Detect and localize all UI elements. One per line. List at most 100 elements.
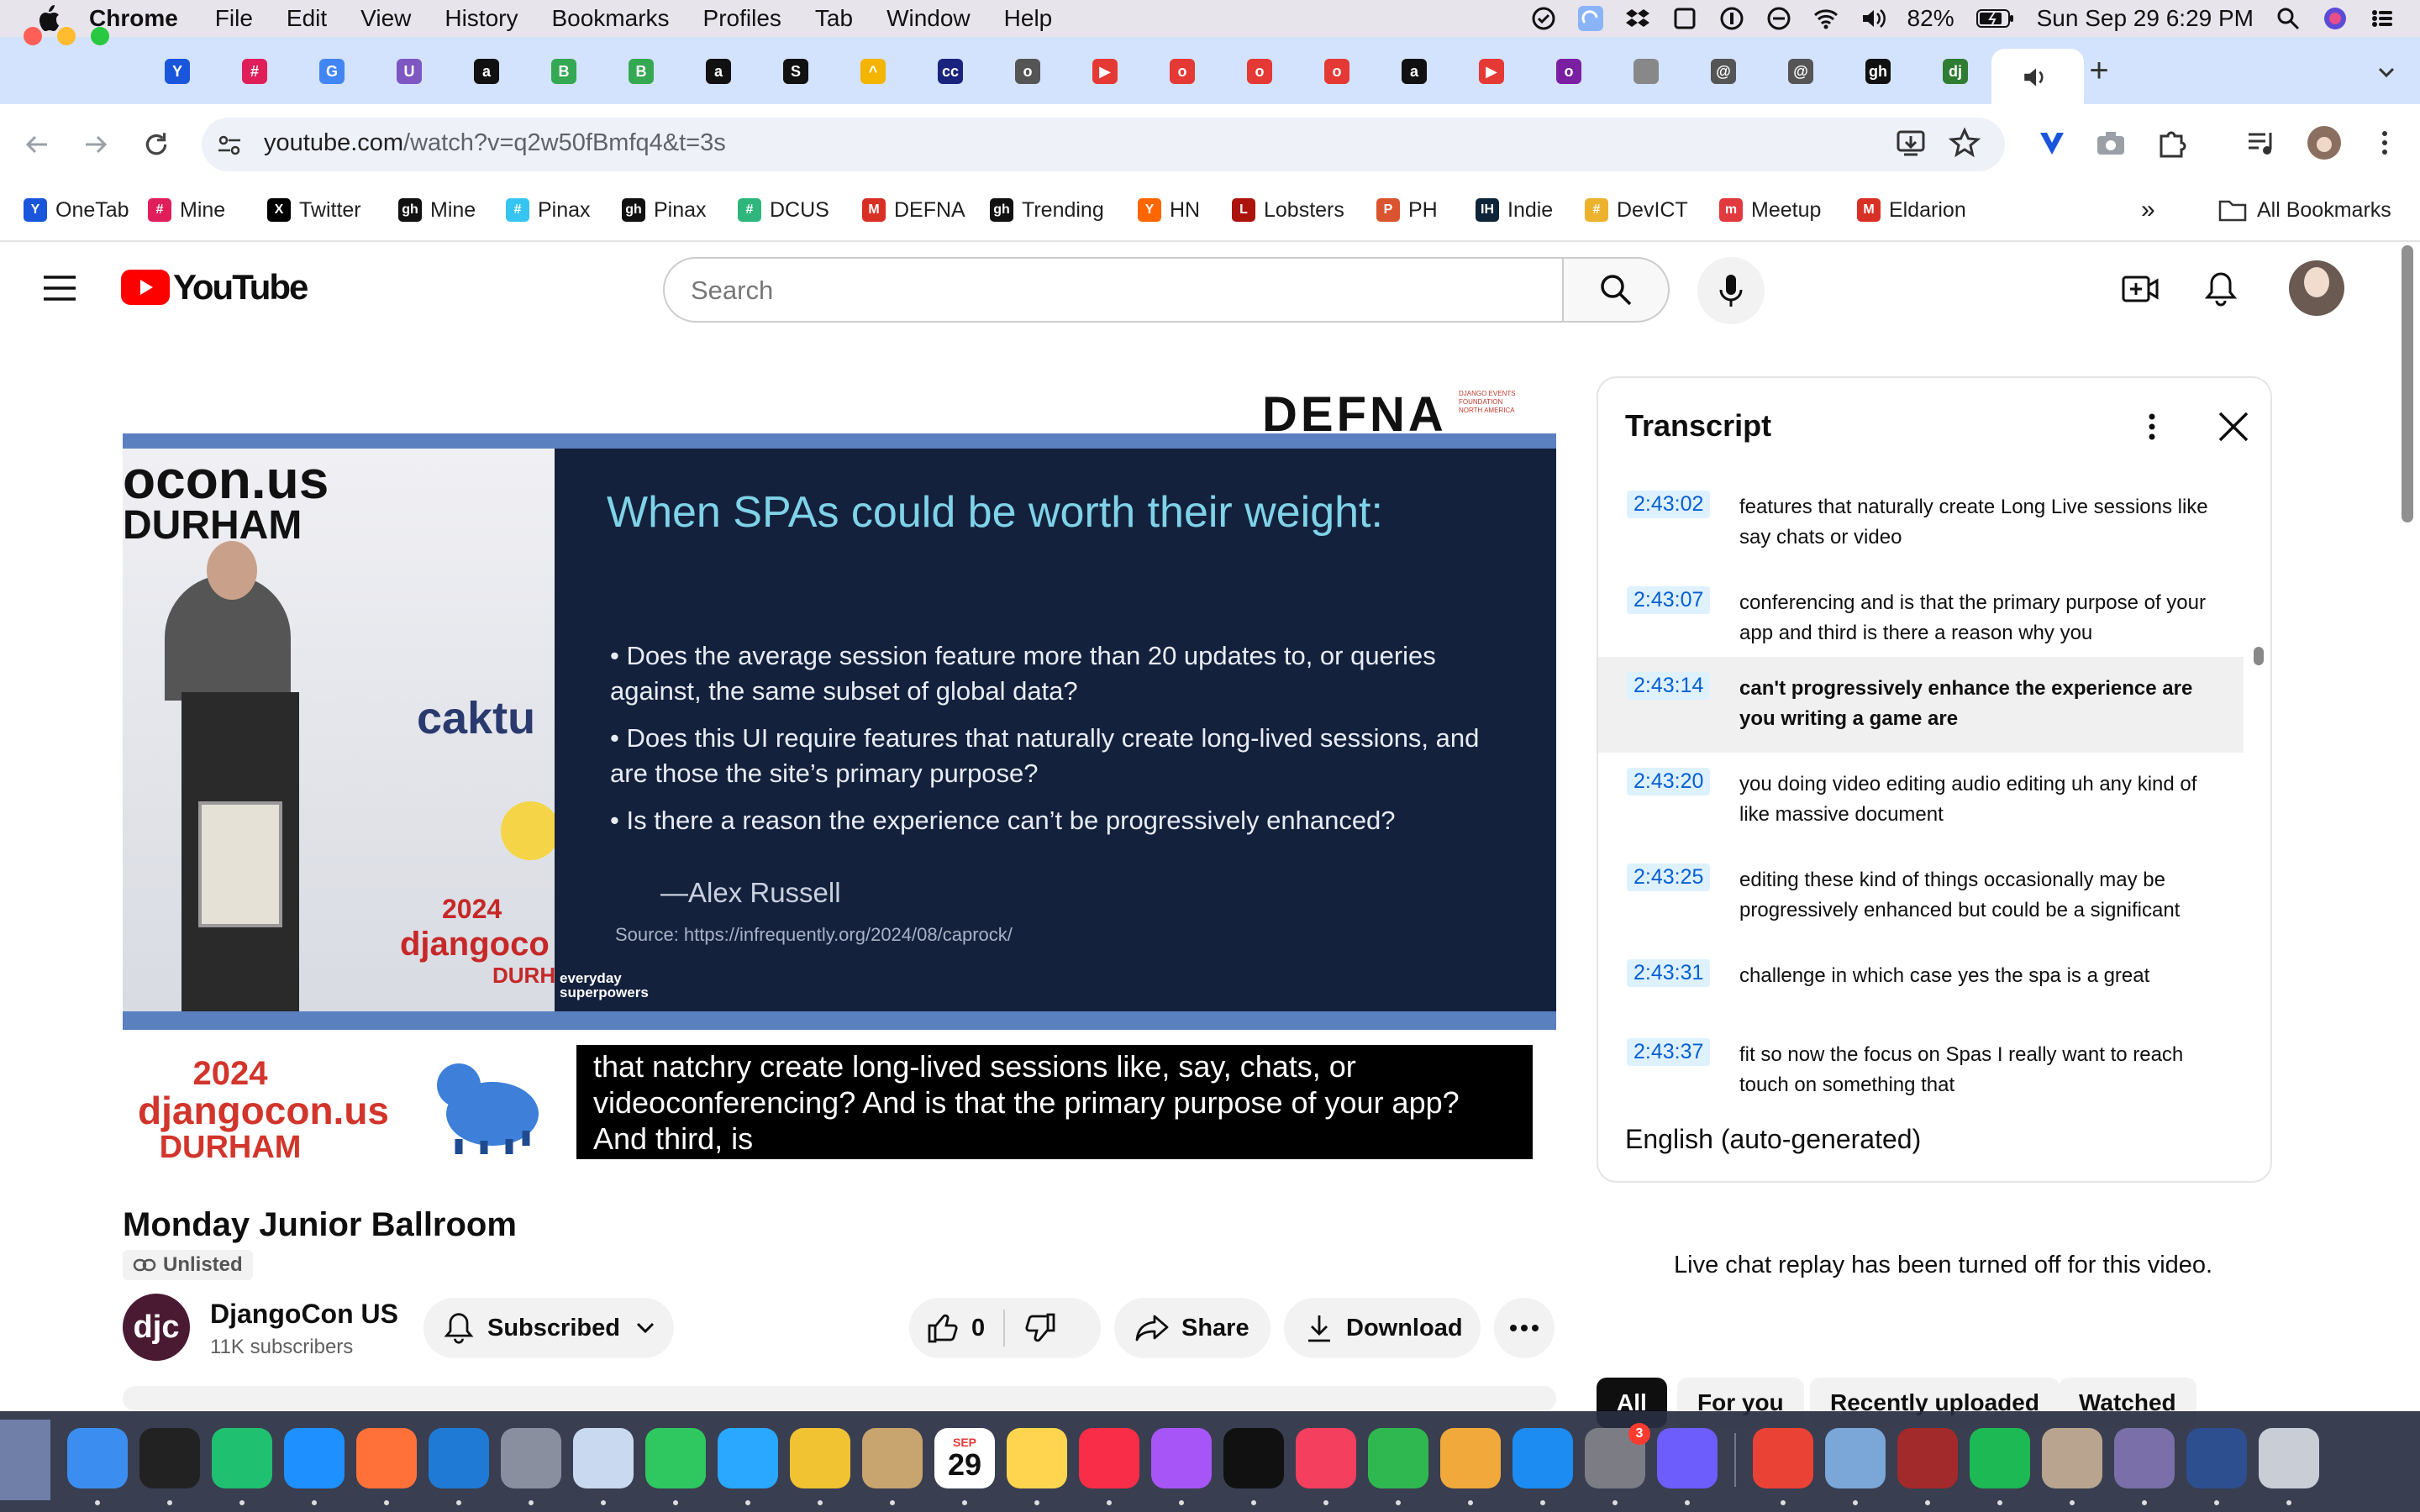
finder-icon[interactable]	[67, 1428, 128, 1488]
vscode-icon[interactable]	[429, 1428, 489, 1488]
pages-icon[interactable]	[1440, 1428, 1501, 1488]
terminal-icon[interactable]	[139, 1428, 200, 1488]
transcript-more-options-icon[interactable]	[2139, 412, 2165, 442]
site-info-icon[interactable]	[215, 131, 244, 160]
tab-23-favicon[interactable]: gh	[1865, 59, 1891, 84]
contacts-icon[interactable]	[862, 1428, 923, 1488]
bookmark-indie[interactable]: IH Indie	[1476, 193, 1553, 227]
bookmark-meetup[interactable]: m Meetup	[1719, 193, 1821, 227]
menu-bookmarks[interactable]: Bookmarks	[551, 5, 669, 32]
transcript-scrollbar[interactable]	[2254, 647, 2264, 665]
notifications-bell-icon[interactable]	[2205, 270, 2237, 307]
spotlight-search-icon[interactable]	[2275, 6, 2301, 31]
xcode-preview-icon[interactable]	[573, 1428, 634, 1488]
launchpad-icon[interactable]	[501, 1428, 561, 1488]
menu-tab[interactable]: Tab	[815, 5, 853, 32]
messages-icon[interactable]	[718, 1428, 778, 1488]
transcript-timestamp[interactable]: 2:43:31	[1627, 959, 1711, 987]
window-zoom-button[interactable]	[91, 27, 109, 45]
tab-10-favicon[interactable]: ^	[860, 59, 886, 84]
tab-24-favicon[interactable]: dj	[1943, 59, 1968, 84]
podcasts-icon[interactable]	[1151, 1428, 1212, 1488]
tab-5-favicon[interactable]: a	[474, 59, 499, 84]
dropbox-icon[interactable]	[1625, 6, 1650, 31]
bookmark-trending[interactable]: gh Trending	[990, 193, 1104, 227]
tab-8-favicon[interactable]: a	[706, 59, 731, 84]
menu-history[interactable]: History	[445, 5, 518, 32]
tab-2-favicon[interactable]: #	[242, 59, 267, 84]
create-video-icon[interactable]	[2121, 272, 2160, 306]
transcript-close-icon[interactable]	[2217, 410, 2250, 444]
new-tab-button[interactable]: +	[2082, 52, 2116, 89]
all-bookmarks-button[interactable]: All Bookmarks	[2218, 193, 2391, 227]
forward-button[interactable]	[77, 126, 114, 163]
video-player[interactable]: DEFNA DJANGO EVENTS FOUNDATION NORTH AME…	[123, 378, 1556, 1184]
chrome-icon[interactable]	[1753, 1428, 1813, 1488]
status-window-icon[interactable]	[1672, 6, 1697, 31]
menubar-clock[interactable]: Sun Sep 29 6:29 PM	[2037, 5, 2254, 32]
transcript-segment[interactable]: 2:43:20 you doing video editing audio edi…	[1598, 753, 2244, 848]
tab-19-favicon[interactable]: o	[1556, 59, 1581, 84]
camera-extension-icon[interactable]	[2094, 126, 2128, 160]
onepassword-icon[interactable]	[1719, 6, 1744, 31]
volume-icon[interactable]	[1860, 6, 1886, 31]
menu-file[interactable]: File	[215, 5, 253, 32]
facetime-icon[interactable]	[645, 1428, 706, 1488]
dislike-button[interactable]	[1005, 1311, 1057, 1345]
tab-7-favicon[interactable]: B	[629, 59, 654, 84]
numbers-icon[interactable]	[1368, 1428, 1428, 1488]
download-button[interactable]: Download	[1284, 1298, 1481, 1358]
page-scrollbar[interactable]	[2402, 245, 2413, 522]
bookmark-lobsters[interactable]: L Lobsters	[1232, 193, 1344, 227]
tab-search-chevron-icon[interactable]	[2371, 57, 2402, 87]
tab-15-favicon[interactable]: o	[1247, 59, 1272, 84]
photos-icon[interactable]	[790, 1428, 850, 1488]
bookmark-eldarion[interactable]: M Eldarion	[1857, 193, 1966, 227]
status-app-icon[interactable]	[1531, 6, 1556, 31]
menu-profiles[interactable]: Profiles	[703, 5, 781, 32]
transcript-timestamp[interactable]: 2:43:25	[1627, 864, 1711, 891]
transcript-segment-active[interactable]: 2:43:14 can't progressively enhance the e…	[1598, 657, 2244, 753]
bookmarks-overflow-button[interactable]: »	[2141, 193, 2155, 227]
transcript-segment[interactable]: 2:43:37 fit so now the focus on Spas I re…	[1598, 1023, 2244, 1119]
spotify-icon[interactable]	[1970, 1428, 2030, 1488]
bookmark-dcus[interactable]: # DCUS	[738, 193, 829, 227]
notes-icon[interactable]	[1007, 1428, 1067, 1488]
bookmark-onetab[interactable]: Y OneTab	[24, 193, 129, 227]
tab-1-favicon[interactable]: Y	[165, 59, 190, 84]
siri-icon[interactable]	[2323, 6, 2348, 31]
control-center-icon[interactable]	[2370, 6, 2395, 31]
chrome-menu-icon[interactable]	[2368, 126, 2402, 160]
bookmark-pinax[interactable]: # Pinax	[506, 193, 591, 227]
firefox-icon[interactable]	[356, 1428, 417, 1488]
onetab-extension-icon[interactable]	[2035, 126, 2069, 160]
bookmark-devict[interactable]: # DevICT	[1585, 193, 1688, 227]
install-app-icon[interactable]	[1894, 126, 1928, 160]
profile-avatar[interactable]	[2307, 126, 2341, 160]
transcript-timestamp[interactable]: 2:43:20	[1627, 768, 1711, 795]
bookmark-mine[interactable]: # Mine	[148, 193, 225, 227]
menu-help[interactable]: Help	[1004, 5, 1053, 32]
active-tab-youtube[interactable]	[1991, 49, 2084, 104]
tab-11-favicon[interactable]: cc	[938, 59, 963, 84]
wifi-icon[interactable]	[1813, 6, 1839, 31]
hamburger-menu-icon[interactable]	[42, 274, 77, 302]
more-actions-button[interactable]	[1494, 1298, 1555, 1358]
do-not-disturb-icon[interactable]	[1766, 6, 1791, 31]
menu-view[interactable]: View	[360, 5, 411, 32]
pycharm-icon[interactable]	[212, 1428, 272, 1488]
reload-button[interactable]	[138, 126, 175, 163]
transcript-timestamp[interactable]: 2:43:37	[1627, 1038, 1711, 1066]
channel-avatar[interactable]: djc	[123, 1294, 190, 1361]
bookmark-mine[interactable]: gh Mine	[398, 193, 476, 227]
like-button[interactable]: 0	[926, 1310, 1006, 1347]
transcript-timestamp[interactable]: 2:43:07	[1627, 586, 1711, 614]
tab-17-favicon[interactable]: a	[1402, 59, 1427, 84]
transcript-segment[interactable]: 2:43:02 features that naturally create Lo…	[1598, 475, 2244, 571]
bookmark-star-icon[interactable]	[1948, 126, 1981, 160]
transcript-timestamp[interactable]: 2:43:14	[1627, 672, 1711, 700]
preview-icon[interactable]	[1825, 1428, 1886, 1488]
transcript-language-selector[interactable]: English (auto-generated)	[1625, 1124, 1921, 1155]
bookmark-ph[interactable]: P PH	[1376, 193, 1438, 227]
youtube-logo[interactable]: YouTube	[121, 267, 308, 307]
